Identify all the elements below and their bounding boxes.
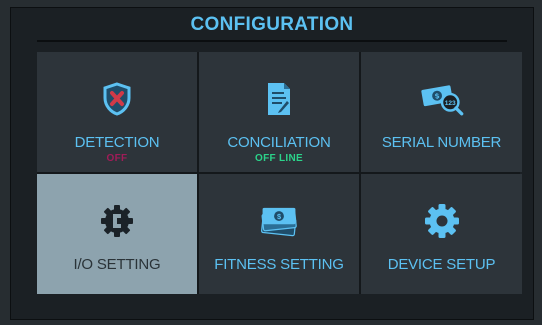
serial-number-tile[interactable]: $ 123 SERIAL NUMBER bbox=[361, 52, 522, 172]
detection-label: DETECTION bbox=[74, 134, 160, 151]
configuration-menu-grid: DETECTION OFF CONCILIATION OFF LINE $ 12… bbox=[37, 52, 522, 294]
fitness-setting-label: FITNESS SETTING bbox=[214, 256, 344, 273]
detection-tile[interactable]: DETECTION OFF bbox=[37, 52, 197, 172]
device-setup-label: DEVICE SETUP bbox=[387, 256, 496, 273]
gear-icon bbox=[419, 200, 465, 242]
page-title: CONFIGURATION bbox=[190, 14, 354, 35]
banknote-stack-icon: $ bbox=[256, 200, 302, 242]
conciliation-tile[interactable]: CONCILIATION OFF LINE bbox=[199, 52, 359, 172]
fitness-setting-tile[interactable]: $ FITNESS SETTING bbox=[199, 174, 359, 294]
detection-status: OFF bbox=[106, 153, 128, 164]
io-setting-tile[interactable]: I/O SETTING bbox=[37, 174, 197, 294]
title-divider bbox=[37, 40, 507, 42]
gear-bracket-icon bbox=[94, 200, 140, 242]
io-setting-label: I/O SETTING bbox=[73, 256, 161, 273]
configuration-screen: CONFIGURATION DETECTION OFF CONCILIATION… bbox=[10, 7, 534, 320]
conciliation-status: OFF LINE bbox=[255, 153, 303, 164]
shield-x-icon bbox=[94, 78, 140, 120]
svg-text:123: 123 bbox=[444, 100, 455, 107]
serial-number-label: SERIAL NUMBER bbox=[381, 134, 502, 151]
svg-text:$: $ bbox=[277, 212, 281, 221]
device-setup-tile[interactable]: DEVICE SETUP bbox=[361, 174, 522, 294]
banknote-search-icon: $ 123 bbox=[419, 78, 465, 120]
document-sign-icon bbox=[256, 78, 302, 120]
conciliation-label: CONCILIATION bbox=[227, 134, 331, 151]
